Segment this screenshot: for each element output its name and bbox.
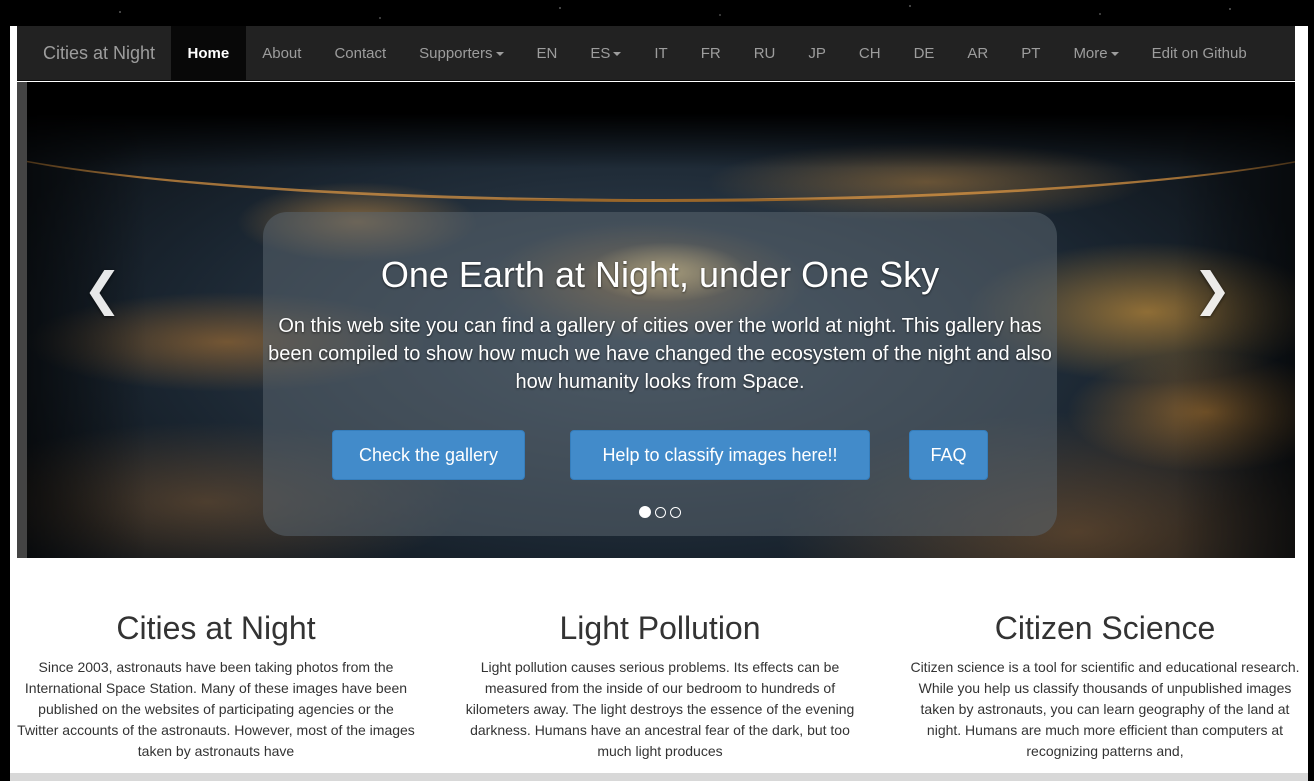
check-gallery-button[interactable]: Check the gallery — [332, 430, 525, 480]
caret-down-icon — [1110, 51, 1119, 56]
nav-item-pt[interactable]: PT — [1005, 26, 1057, 81]
hero-carousel: ❮ ❯ One Earth at Night, under One Sky On… — [27, 82, 1295, 558]
nav-label: DE — [913, 45, 935, 62]
carousel-left-border — [17, 82, 27, 558]
nav-item-fr[interactable]: FR — [684, 26, 737, 81]
nav-label: CH — [858, 45, 881, 62]
nav-menu: Home About Contact Supporters EN ES IT F… — [171, 26, 1263, 81]
nav-label: AR — [967, 45, 989, 62]
carousel-indicator-2[interactable] — [655, 507, 666, 518]
column-light-pollution: Light Pollution Light pollution causes s… — [460, 610, 860, 762]
faq-button[interactable]: FAQ — [909, 430, 988, 480]
chevron-right-icon[interactable]: ❯ — [1193, 262, 1232, 316]
carousel-text: On this web site you can find a gallery … — [268, 315, 1052, 393]
nav-item-en[interactable]: EN — [520, 26, 574, 81]
carousel-indicator-3[interactable] — [670, 507, 681, 518]
nav-item-ru[interactable]: RU — [737, 26, 792, 81]
column-text: Light pollution causes serious problems.… — [465, 659, 855, 759]
nav-label: FR — [700, 45, 721, 62]
nav-label: Home — [187, 45, 230, 62]
nav-label: EN — [536, 45, 558, 62]
nav-item-es[interactable]: ES — [574, 26, 638, 81]
horizontal-scrollbar[interactable] — [10, 773, 1308, 781]
nav-item-it[interactable]: IT — [638, 26, 684, 81]
earth-horizon — [27, 82, 1295, 202]
nav-label: More — [1073, 45, 1108, 62]
column-text: Citizen science is a tool for scientific… — [910, 659, 1300, 759]
carousel-indicator-1[interactable] — [639, 506, 651, 518]
feature-columns: Cities at Night Since 2003, astronauts h… — [10, 558, 1308, 781]
carousel-left-shade — [27, 82, 147, 558]
nav-label: Contact — [334, 45, 387, 62]
carousel-indicators — [263, 506, 1057, 518]
nav-label: ES — [590, 45, 611, 62]
navbar-brand[interactable]: Cities at Night — [17, 26, 171, 81]
nav-label: About — [262, 45, 302, 62]
column-title: Light Pollution — [559, 610, 761, 646]
column-citizen-science: Citizen Science Citizen science is a too… — [905, 610, 1305, 762]
nav-item-supporters[interactable]: Supporters — [403, 26, 520, 81]
carousel-title: One Earth at Night, under One Sky — [380, 254, 940, 295]
column-title: Citizen Science — [994, 610, 1216, 646]
chevron-left-icon[interactable]: ❮ — [83, 262, 122, 316]
nav-item-contact[interactable]: Contact — [318, 26, 403, 81]
carousel-right-shade — [1175, 82, 1295, 558]
nav-item-jp[interactable]: JP — [792, 26, 843, 81]
carousel-buttons: Check the gallery Help to classify image… — [263, 430, 1057, 480]
column-cities-at-night: Cities at Night Since 2003, astronauts h… — [16, 610, 416, 762]
nav-item-de[interactable]: DE — [897, 26, 951, 81]
top-navbar: Cities at Night Home About Contact Suppo… — [17, 26, 1295, 81]
nav-label: JP — [808, 45, 826, 62]
nav-item-about[interactable]: About — [246, 26, 318, 81]
nav-label: RU — [753, 45, 776, 62]
nav-item-edit-on-github[interactable]: Edit on Github — [1135, 26, 1263, 81]
nav-item-more[interactable]: More — [1057, 26, 1135, 81]
caret-down-icon — [495, 51, 504, 56]
nav-item-ar[interactable]: AR — [951, 26, 1005, 81]
caret-down-icon — [613, 51, 622, 56]
nav-label: PT — [1021, 45, 1041, 62]
nav-item-ch[interactable]: CH — [842, 26, 897, 81]
nav-label: IT — [654, 45, 668, 62]
carousel-caption: One Earth at Night, under One Sky On thi… — [263, 212, 1057, 536]
column-title: Cities at Night — [116, 610, 316, 646]
column-text: Since 2003, astronauts have been taking … — [17, 659, 415, 759]
nav-item-home[interactable]: Home — [171, 26, 246, 81]
classify-images-button[interactable]: Help to classify images here!! — [570, 430, 870, 480]
nav-label: Supporters — [419, 45, 493, 62]
nav-label: Edit on Github — [1151, 45, 1247, 62]
